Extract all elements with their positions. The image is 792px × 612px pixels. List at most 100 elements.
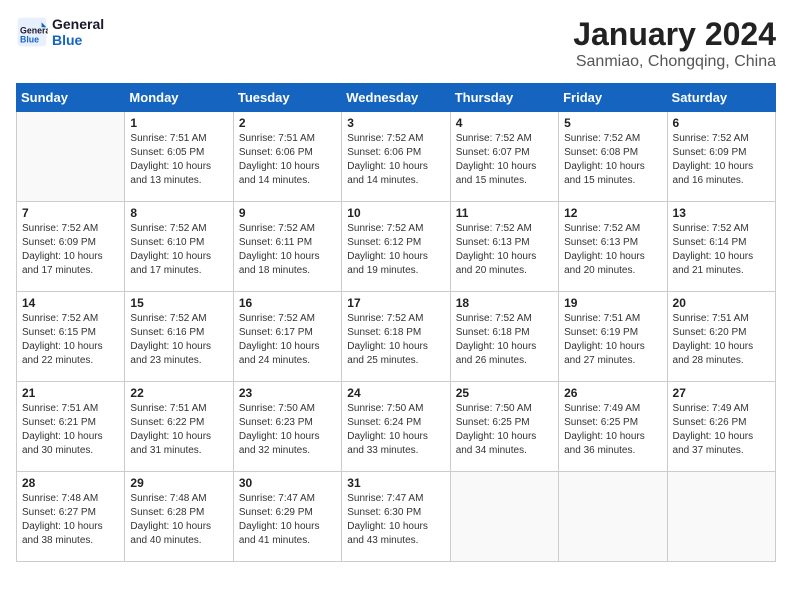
calendar-cell: 17Sunrise: 7:52 AM Sunset: 6:18 PM Dayli…: [342, 292, 450, 382]
day-number: 2: [239, 116, 336, 130]
calendar-cell: 26Sunrise: 7:49 AM Sunset: 6:25 PM Dayli…: [559, 382, 667, 472]
day-info: Sunrise: 7:48 AM Sunset: 6:28 PM Dayligh…: [130, 492, 227, 548]
calendar-header-row: SundayMondayTuesdayWednesdayThursdayFrid…: [17, 84, 776, 112]
title-area: January 2024 Sanmiao, Chongqing, China: [573, 16, 776, 71]
day-number: 8: [130, 206, 227, 220]
calendar-cell: 4 Sunrise: 7:52 AM Sunset: 6:07 PM Daylig…: [450, 112, 558, 202]
calendar-cell: 9 Sunrise: 7:52 AM Sunset: 6:11 PM Daylig…: [233, 202, 341, 292]
calendar-cell: [559, 472, 667, 562]
calendar-cell: 21 Sunrise: 7:51 AM Sunset: 6:21 PM Dayli…: [17, 382, 125, 472]
calendar-header-friday: Friday: [559, 84, 667, 112]
calendar-cell: 5Sunrise: 7:52 AM Sunset: 6:08 PM Daylig…: [559, 112, 667, 202]
day-number: 20: [673, 296, 770, 310]
day-number: 18: [456, 296, 553, 310]
logo-text-blue: Blue: [52, 32, 104, 48]
day-info: Sunrise: 7:51 AM Sunset: 6:05 PM Dayligh…: [130, 132, 227, 188]
svg-text:Blue: Blue: [20, 34, 39, 44]
day-number: 25: [456, 386, 553, 400]
day-number: 7: [22, 206, 119, 220]
calendar-cell: 29 Sunrise: 7:48 AM Sunset: 6:28 PM Dayli…: [125, 472, 233, 562]
calendar-cell: 28 Sunrise: 7:48 AM Sunset: 6:27 PM Dayli…: [17, 472, 125, 562]
calendar-header-wednesday: Wednesday: [342, 84, 450, 112]
calendar-cell: [17, 112, 125, 202]
day-number: 23: [239, 386, 336, 400]
day-number: 9: [239, 206, 336, 220]
calendar-header-monday: Monday: [125, 84, 233, 112]
calendar-cell: 11 Sunrise: 7:52 AM Sunset: 6:13 PM Dayli…: [450, 202, 558, 292]
day-number: 24: [347, 386, 444, 400]
day-info: Sunrise: 7:48 AM Sunset: 6:27 PM Dayligh…: [22, 492, 119, 548]
calendar-cell: 8 Sunrise: 7:52 AM Sunset: 6:10 PM Daylig…: [125, 202, 233, 292]
day-number: 28: [22, 476, 119, 490]
calendar-cell: 23 Sunrise: 7:50 AM Sunset: 6:23 PM Dayli…: [233, 382, 341, 472]
subtitle: Sanmiao, Chongqing, China: [573, 53, 776, 71]
calendar-cell: 7Sunrise: 7:52 AM Sunset: 6:09 PM Daylig…: [17, 202, 125, 292]
day-info: Sunrise: 7:52 AM Sunset: 6:12 PM Dayligh…: [347, 222, 444, 278]
day-info: Sunrise: 7:52 AM Sunset: 6:16 PM Dayligh…: [130, 312, 227, 368]
calendar-cell: 19Sunrise: 7:51 AM Sunset: 6:19 PM Dayli…: [559, 292, 667, 382]
day-info: Sunrise: 7:52 AM Sunset: 6:13 PM Dayligh…: [564, 222, 661, 278]
calendar-cell: 15 Sunrise: 7:52 AM Sunset: 6:16 PM Dayli…: [125, 292, 233, 382]
day-info: Sunrise: 7:50 AM Sunset: 6:23 PM Dayligh…: [239, 402, 336, 458]
calendar-header-sunday: Sunday: [17, 84, 125, 112]
day-number: 15: [130, 296, 227, 310]
week-row-5: 28 Sunrise: 7:48 AM Sunset: 6:27 PM Dayli…: [17, 472, 776, 562]
logo: General Blue General Blue: [16, 16, 104, 48]
day-number: 11: [456, 206, 553, 220]
day-info: Sunrise: 7:52 AM Sunset: 6:09 PM Dayligh…: [673, 132, 770, 188]
day-number: 21: [22, 386, 119, 400]
calendar-header-tuesday: Tuesday: [233, 84, 341, 112]
day-info: Sunrise: 7:51 AM Sunset: 6:22 PM Dayligh…: [130, 402, 227, 458]
day-number: 22: [130, 386, 227, 400]
day-number: 10: [347, 206, 444, 220]
calendar-cell: 10 Sunrise: 7:52 AM Sunset: 6:12 PM Dayli…: [342, 202, 450, 292]
calendar-cell: 6 Sunrise: 7:52 AM Sunset: 6:09 PM Daylig…: [667, 112, 775, 202]
calendar-cell: 13Sunrise: 7:52 AM Sunset: 6:14 PM Dayli…: [667, 202, 775, 292]
calendar-cell: 31 Sunrise: 7:47 AM Sunset: 6:30 PM Dayli…: [342, 472, 450, 562]
day-info: Sunrise: 7:47 AM Sunset: 6:30 PM Dayligh…: [347, 492, 444, 548]
day-info: Sunrise: 7:52 AM Sunset: 6:18 PM Dayligh…: [456, 312, 553, 368]
day-info: Sunrise: 7:52 AM Sunset: 6:07 PM Dayligh…: [456, 132, 553, 188]
week-row-3: 14 Sunrise: 7:52 AM Sunset: 6:15 PM Dayli…: [17, 292, 776, 382]
calendar-cell: 2 Sunrise: 7:51 AM Sunset: 6:06 PM Daylig…: [233, 112, 341, 202]
day-number: 4: [456, 116, 553, 130]
calendar-cell: 1 Sunrise: 7:51 AM Sunset: 6:05 PM Daylig…: [125, 112, 233, 202]
calendar-cell: 25 Sunrise: 7:50 AM Sunset: 6:25 PM Dayli…: [450, 382, 558, 472]
calendar-cell: [667, 472, 775, 562]
day-info: Sunrise: 7:49 AM Sunset: 6:25 PM Dayligh…: [564, 402, 661, 458]
day-info: Sunrise: 7:51 AM Sunset: 6:06 PM Dayligh…: [239, 132, 336, 188]
week-row-2: 7Sunrise: 7:52 AM Sunset: 6:09 PM Daylig…: [17, 202, 776, 292]
day-info: Sunrise: 7:49 AM Sunset: 6:26 PM Dayligh…: [673, 402, 770, 458]
day-info: Sunrise: 7:52 AM Sunset: 6:13 PM Dayligh…: [456, 222, 553, 278]
day-info: Sunrise: 7:52 AM Sunset: 6:10 PM Dayligh…: [130, 222, 227, 278]
day-info: Sunrise: 7:52 AM Sunset: 6:18 PM Dayligh…: [347, 312, 444, 368]
day-number: 19: [564, 296, 661, 310]
day-number: 30: [239, 476, 336, 490]
day-info: Sunrise: 7:51 AM Sunset: 6:21 PM Dayligh…: [22, 402, 119, 458]
day-info: Sunrise: 7:52 AM Sunset: 6:11 PM Dayligh…: [239, 222, 336, 278]
week-row-4: 21 Sunrise: 7:51 AM Sunset: 6:21 PM Dayli…: [17, 382, 776, 472]
day-number: 6: [673, 116, 770, 130]
day-number: 1: [130, 116, 227, 130]
calendar-cell: 18 Sunrise: 7:52 AM Sunset: 6:18 PM Dayli…: [450, 292, 558, 382]
day-number: 14: [22, 296, 119, 310]
calendar-cell: 30 Sunrise: 7:47 AM Sunset: 6:29 PM Dayli…: [233, 472, 341, 562]
day-info: Sunrise: 7:52 AM Sunset: 6:17 PM Dayligh…: [239, 312, 336, 368]
day-number: 29: [130, 476, 227, 490]
day-info: Sunrise: 7:47 AM Sunset: 6:29 PM Dayligh…: [239, 492, 336, 548]
calendar: SundayMondayTuesdayWednesdayThursdayFrid…: [16, 83, 776, 562]
calendar-cell: 22 Sunrise: 7:51 AM Sunset: 6:22 PM Dayli…: [125, 382, 233, 472]
day-number: 3: [347, 116, 444, 130]
day-info: Sunrise: 7:50 AM Sunset: 6:24 PM Dayligh…: [347, 402, 444, 458]
day-info: Sunrise: 7:52 AM Sunset: 6:06 PM Dayligh…: [347, 132, 444, 188]
day-info: Sunrise: 7:50 AM Sunset: 6:25 PM Dayligh…: [456, 402, 553, 458]
calendar-cell: 20 Sunrise: 7:51 AM Sunset: 6:20 PM Dayli…: [667, 292, 775, 382]
calendar-cell: 24 Sunrise: 7:50 AM Sunset: 6:24 PM Dayli…: [342, 382, 450, 472]
day-info: Sunrise: 7:52 AM Sunset: 6:15 PM Dayligh…: [22, 312, 119, 368]
day-number: 31: [347, 476, 444, 490]
day-info: Sunrise: 7:51 AM Sunset: 6:20 PM Dayligh…: [673, 312, 770, 368]
calendar-cell: [450, 472, 558, 562]
calendar-header-saturday: Saturday: [667, 84, 775, 112]
day-number: 5: [564, 116, 661, 130]
main-title: January 2024: [573, 16, 776, 53]
